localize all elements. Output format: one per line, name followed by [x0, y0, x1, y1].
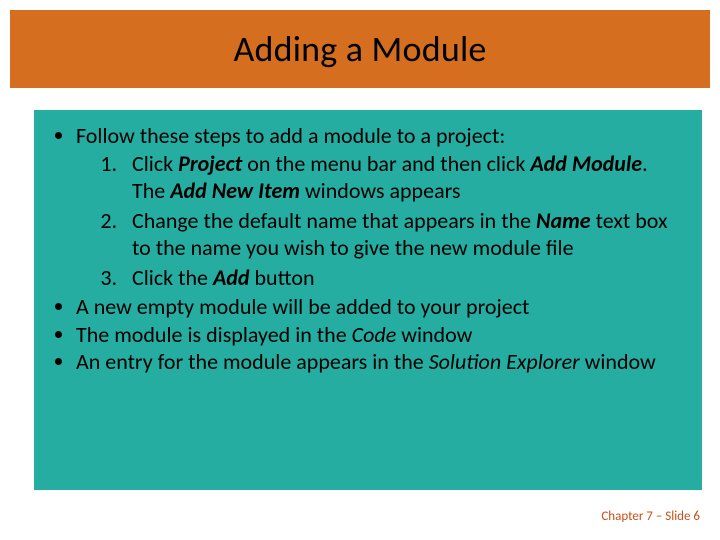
step-1-text-a: Click	[132, 150, 178, 177]
bullet-after-3-c: window	[580, 348, 656, 375]
step-3-text-a: Click the	[132, 264, 213, 291]
step-3: Click the Add button	[122, 264, 684, 292]
step-1-text-c: on the menu bar and then click	[242, 150, 530, 177]
bullet-after-1-text: A new empty module will be added to your…	[76, 293, 529, 320]
step-1-add-new-item: Add New Item	[170, 177, 300, 204]
steps-list: Click Project on the menu bar and then c…	[76, 150, 684, 292]
bullet-list: Follow these steps to add a module to a …	[48, 122, 684, 376]
bullet-after-2-c: window	[396, 321, 472, 348]
bullet-after-3-se: Solution Explorer	[429, 348, 580, 375]
bullet-after-2-code: Code	[352, 321, 397, 348]
slide-title: Adding a Module	[233, 27, 486, 71]
bullet-after-2: The module is displayed in the Code wind…	[76, 321, 684, 349]
slide: Adding a Module Follow these steps to ad…	[0, 0, 720, 540]
content-panel: Follow these steps to add a module to a …	[34, 110, 702, 490]
bullet-after-1: A new empty module will be added to your…	[76, 293, 684, 321]
bullet-after-2-a: The module is displayed in the	[76, 321, 352, 348]
step-2-text-a: Change the default name that appears in …	[132, 207, 536, 234]
bullet-intro: Follow these steps to add a module to a …	[76, 122, 684, 291]
title-band: Adding a Module	[10, 10, 710, 88]
step-3-text-c: button	[250, 264, 315, 291]
bullet-after-3: An entry for the module appears in the S…	[76, 348, 684, 376]
bullet-after-3-a: An entry for the module appears in the	[76, 348, 429, 375]
step-2: Change the default name that appears in …	[122, 207, 684, 262]
bullet-intro-text: Follow these steps to add a module to a …	[76, 122, 505, 149]
step-1-add-module: Add Module	[530, 150, 642, 177]
step-3-add: Add	[213, 264, 250, 291]
step-2-name: Name	[536, 207, 591, 234]
step-1: Click Project on the menu bar and then c…	[122, 150, 684, 205]
slide-footer: Chapter 7 – Slide 6	[601, 509, 700, 524]
step-1-text-g: windows appears	[300, 177, 461, 204]
step-1-project: Project	[178, 150, 242, 177]
